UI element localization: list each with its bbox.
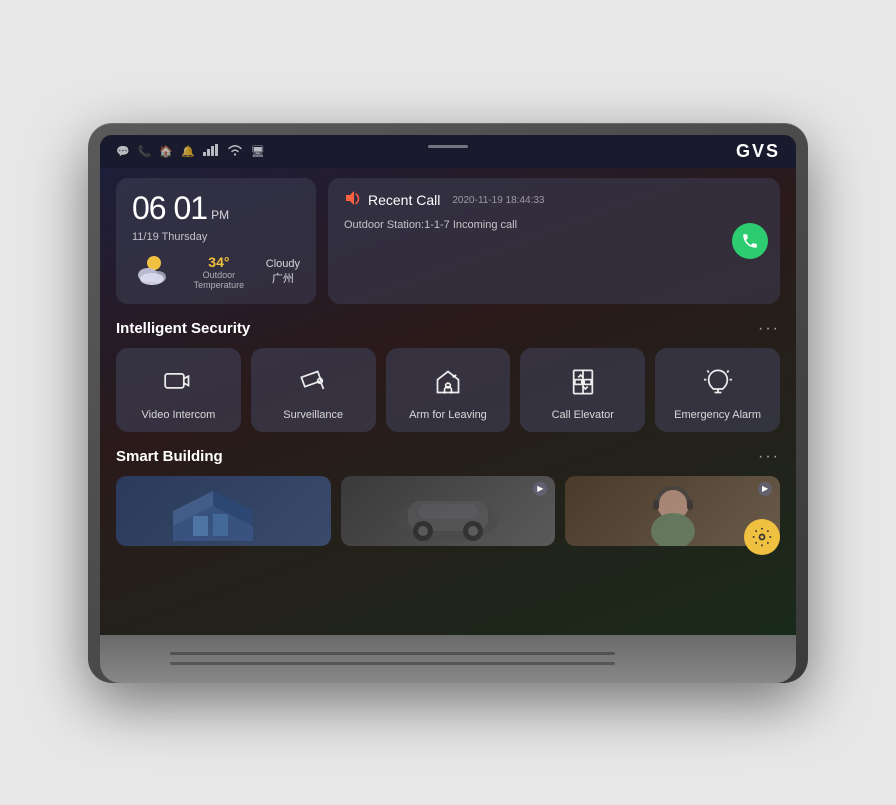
smart-section-header: Smart Building ··· <box>116 448 780 466</box>
surveillance-icon <box>299 364 327 400</box>
temp-info: 34° Outdoor Temperature <box>184 254 254 290</box>
surveillance-label: Surveillance <box>283 408 343 422</box>
security-more-button[interactable]: ··· <box>758 320 780 338</box>
video-intercom-label: Video Intercom <box>142 408 216 422</box>
weather-details: 34° Outdoor Temperature Cloudy 广州 <box>132 253 300 292</box>
device-base <box>100 635 796 683</box>
smart-card-1[interactable] <box>116 476 331 546</box>
weather-desc: Cloudy <box>266 258 300 270</box>
signal-icon <box>203 144 219 159</box>
date-text: 11/19 Thursday <box>132 231 300 243</box>
city-name: 广州 <box>266 270 300 286</box>
screen: 💬 📞 🏠 🔔 <box>100 135 796 635</box>
temp-value: 34° <box>184 254 254 270</box>
call-elevator-icon <box>569 364 597 400</box>
call-elevator-button[interactable]: Call Elevator <box>520 348 645 432</box>
call-action-button[interactable] <box>732 223 768 259</box>
message-icon: 💬 <box>116 145 130 158</box>
status-icons: 💬 📞 🏠 🔔 <box>116 144 265 159</box>
device: 💬 📞 🏠 🔔 <box>88 123 808 683</box>
emergency-alarm-icon <box>704 364 732 400</box>
building-visual-2 <box>341 476 556 546</box>
weather-card: 06 01 PM 11/19 Thursday <box>116 178 316 304</box>
time-value: 06 01 <box>132 190 207 227</box>
settings-button[interactable] <box>744 519 780 555</box>
bell-icon: 🔔 <box>181 145 195 158</box>
weather-city: Cloudy 广州 <box>266 258 300 286</box>
emergency-alarm-button[interactable]: Emergency Alarm <box>655 348 780 432</box>
emergency-alarm-label: Emergency Alarm <box>674 408 761 422</box>
call-detail: Outdoor Station:1-1-7 Incoming call <box>344 219 764 231</box>
call-title: Recent Call <box>368 192 440 208</box>
main-content: 06 01 PM 11/19 Thursday <box>100 168 796 635</box>
temp-label: Outdoor Temperature <box>184 270 254 290</box>
monitor-icon: 🖥 <box>251 145 265 158</box>
smart-more-button[interactable]: ··· <box>758 448 780 466</box>
top-row: 06 01 PM 11/19 Thursday <box>116 178 780 304</box>
video-intercom-icon <box>164 364 192 400</box>
speaker-icon <box>344 190 360 211</box>
smart-card-2[interactable]: ▶ <box>341 476 556 546</box>
time-ampm: PM <box>211 208 229 222</box>
status-bar: 💬 📞 🏠 🔔 <box>100 135 796 168</box>
building-visual-1 <box>116 476 331 546</box>
weather-icon <box>132 253 172 292</box>
arm-for-leaving-label: Arm for Leaving <box>409 408 487 422</box>
phone-icon: 📞 <box>138 145 152 158</box>
surveillance-button[interactable]: Surveillance <box>251 348 376 432</box>
call-header: Recent Call 2020-11-19 18:44:33 <box>344 190 764 211</box>
call-card: Recent Call 2020-11-19 18:44:33 Outdoor … <box>328 178 780 304</box>
arm-for-leaving-icon <box>434 364 462 400</box>
smart-grid: ▶ ▶ <box>116 476 780 546</box>
time-display: 06 01 PM <box>132 190 300 227</box>
wifi-icon <box>227 144 243 159</box>
base-line-1 <box>170 652 615 655</box>
home-icon: 🏠 <box>159 145 173 158</box>
base-line-2 <box>170 662 615 665</box>
brand-logo: GVS <box>736 141 780 162</box>
call-timestamp: 2020-11-19 18:44:33 <box>452 195 544 206</box>
smart-section-title: Smart Building <box>116 448 223 465</box>
security-section-header: Intelligent Security ··· <box>116 320 780 338</box>
drag-handle <box>428 145 468 148</box>
arm-for-leaving-button[interactable]: Arm for Leaving <box>386 348 511 432</box>
security-grid: Video Intercom Surveillance <box>116 348 780 432</box>
security-section-title: Intelligent Security <box>116 320 250 337</box>
call-elevator-label: Call Elevator <box>552 408 614 422</box>
smart-card-dot-3: ▶ <box>758 482 772 496</box>
video-intercom-button[interactable]: Video Intercom <box>116 348 241 432</box>
